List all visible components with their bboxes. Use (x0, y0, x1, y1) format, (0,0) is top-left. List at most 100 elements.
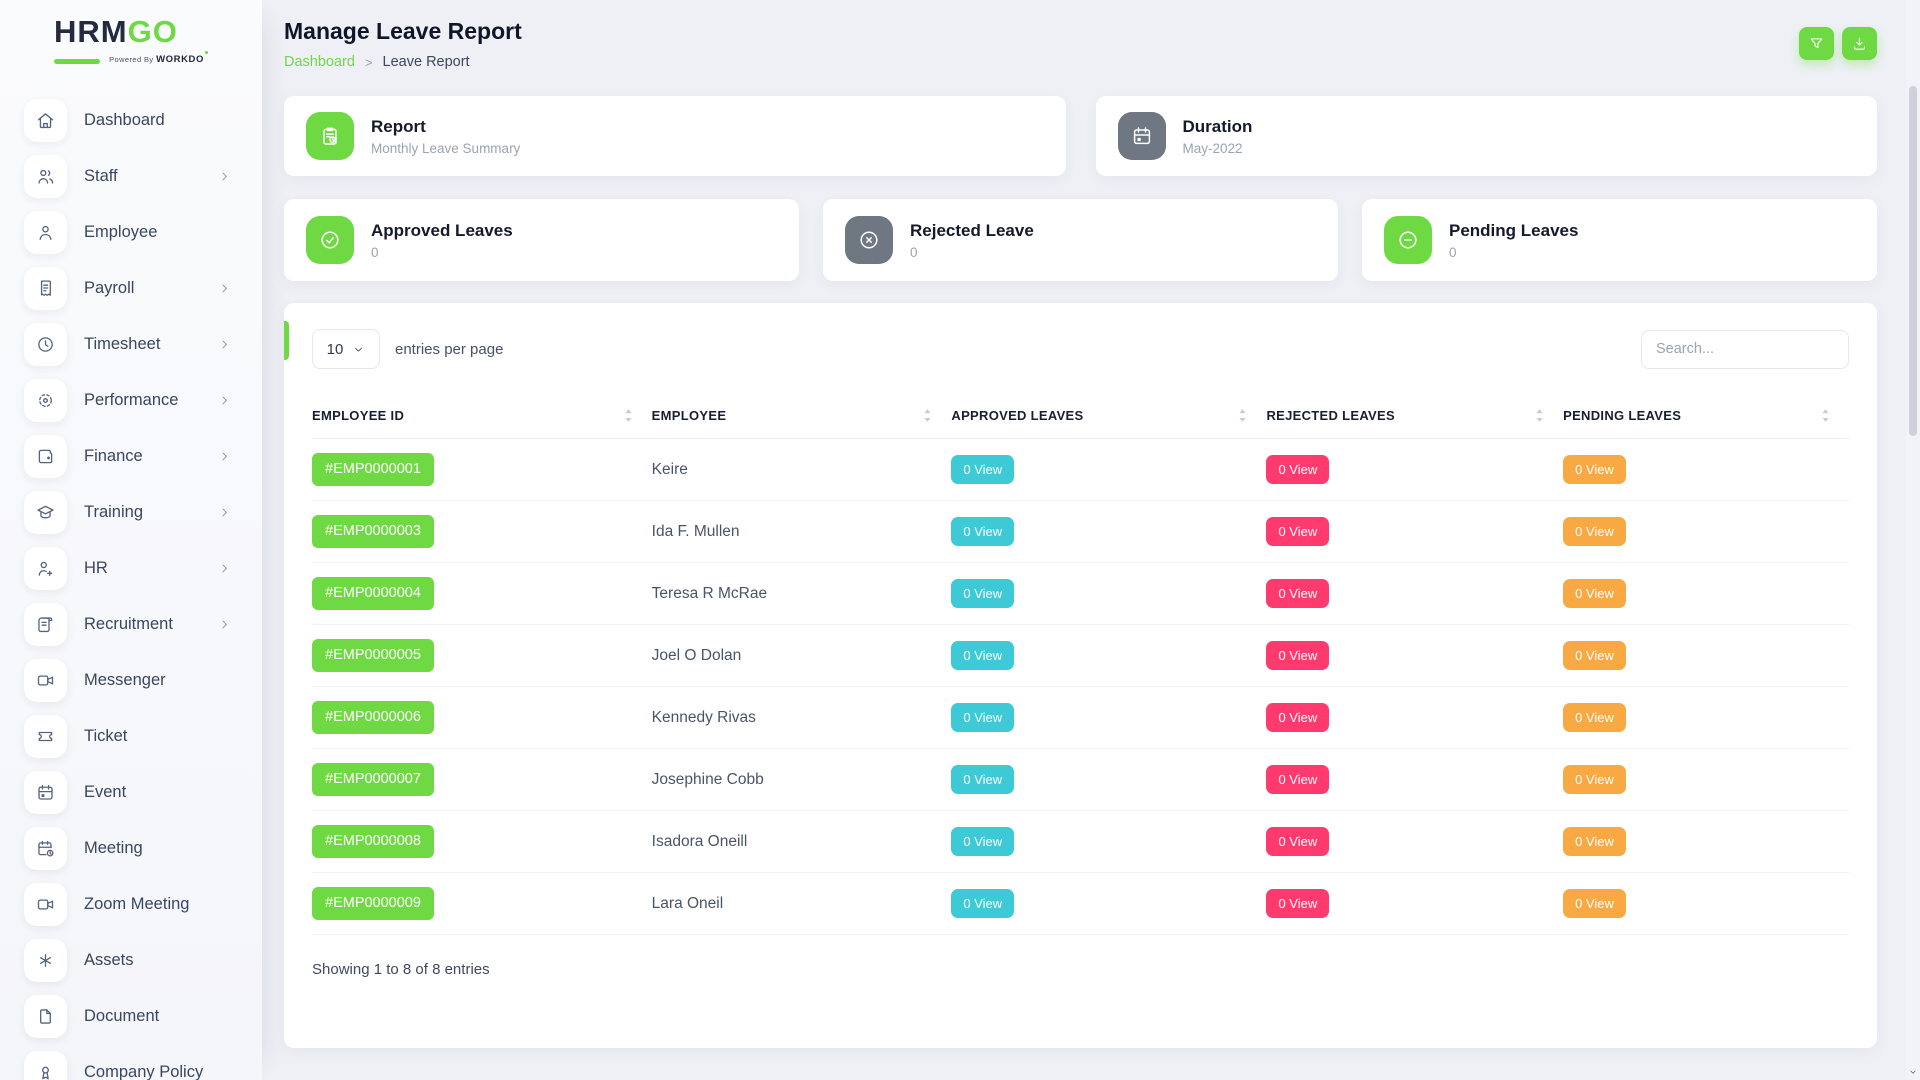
table-row: #EMP0000009 Lara Oneil 0 View 0 View 0 V… (312, 873, 1849, 935)
download-button[interactable] (1842, 27, 1877, 60)
breadcrumb-dashboard-link[interactable]: Dashboard (284, 54, 355, 70)
sidebar-item-staff[interactable]: Staff (0, 148, 262, 204)
pending-view-button[interactable]: 0 View (1563, 765, 1626, 794)
sidebar-item-label: HR (84, 559, 108, 578)
report-card: Report Monthly Leave Summary (284, 96, 1066, 176)
sidebar-item-employee[interactable]: Employee (0, 204, 262, 260)
sidebar-item-meeting[interactable]: Meeting (0, 820, 262, 876)
sidebar-item-label: Timesheet (84, 335, 160, 354)
calendar-clock-icon (24, 827, 67, 870)
approved-view-button[interactable]: 0 View (951, 517, 1014, 546)
pending-view-button[interactable]: 0 View (1563, 641, 1626, 670)
rejected-view-button[interactable]: 0 View (1266, 641, 1329, 670)
rejected-view-button[interactable]: 0 View (1266, 765, 1329, 794)
employee-id-badge[interactable]: #EMP0000006 (312, 701, 434, 734)
workdo-brand: WORKDO (156, 54, 204, 65)
sidebar-item-label: Company Policy (84, 1063, 203, 1080)
column-label: REJECTED LEAVES (1266, 408, 1395, 423)
sidebar-item-event[interactable]: Event (0, 764, 262, 820)
sidebar-item-company-policy[interactable]: Company Policy (0, 1044, 262, 1080)
employee-id-badge[interactable]: #EMP0000007 (312, 763, 434, 796)
approved-view-button[interactable]: 0 View (951, 579, 1014, 608)
table-row: #EMP0000005 Joel O Dolan 0 View 0 View 0… (312, 625, 1849, 687)
video-camera-icon (24, 659, 67, 702)
employee-id-badge[interactable]: #EMP0000004 (312, 577, 434, 610)
pending-view-button[interactable]: 0 View (1563, 889, 1626, 918)
home-icon (24, 99, 67, 142)
scrollbar-down-button[interactable] (1906, 1064, 1920, 1079)
entries-per-page-value: 10 (327, 341, 344, 358)
sidebar-item-assets[interactable]: Assets (0, 932, 262, 988)
approved-view-button[interactable]: 0 View (951, 889, 1014, 918)
employee-name: Keire (652, 461, 952, 479)
column-label: EMPLOYEE (652, 408, 727, 423)
sidebar-item-label: Meeting (84, 839, 143, 858)
employee-id-badge[interactable]: #EMP0000005 (312, 639, 434, 672)
rejected-leave-title: Rejected Leave (910, 221, 1034, 241)
sidebar-item-hr[interactable]: HR (0, 540, 262, 596)
vertical-scrollbar (1906, 0, 1920, 1080)
pending-view-button[interactable]: 0 View (1563, 455, 1626, 484)
sidebar-item-label: Recruitment (84, 615, 173, 634)
sidebar-item-ticket[interactable]: Ticket (0, 708, 262, 764)
sidebar-item-document[interactable]: Document (0, 988, 262, 1044)
duration-card: Duration May-2022 (1096, 96, 1878, 176)
pending-view-button[interactable]: 0 View (1563, 703, 1626, 732)
rejected-view-button[interactable]: 0 View (1266, 517, 1329, 546)
powered-by-label: Powered By (109, 55, 153, 64)
table-row: #EMP0000007 Josephine Cobb 0 View 0 View… (312, 749, 1849, 811)
column-header-approved-leaves[interactable]: APPROVED LEAVES (951, 408, 1266, 423)
rejected-view-button[interactable]: 0 View (1266, 703, 1329, 732)
approved-view-button[interactable]: 0 View (951, 455, 1014, 484)
sidebar-item-label: Assets (84, 951, 134, 970)
approved-view-button[interactable]: 0 View (951, 703, 1014, 732)
scrollbar-thumb[interactable] (1909, 86, 1917, 436)
approved-view-button[interactable]: 0 View (951, 765, 1014, 794)
column-header-employee-id[interactable]: EMPLOYEE ID (312, 408, 652, 423)
column-header-rejected-leaves[interactable]: REJECTED LEAVES (1266, 408, 1563, 423)
sidebar-item-timesheet[interactable]: Timesheet (0, 316, 262, 372)
brand-logo[interactable]: HRMGO Powered By WORKDO (54, 16, 262, 65)
pending-view-button[interactable]: 0 View (1563, 517, 1626, 546)
table-row: #EMP0000006 Kennedy Rivas 0 View 0 View … (312, 687, 1849, 749)
chevron-right-icon (217, 169, 232, 184)
entries-per-page-select[interactable]: 10 (312, 329, 380, 369)
employee-name: Ida F. Mullen (652, 523, 952, 541)
clipboard-clock-icon (306, 112, 354, 160)
sidebar-item-finance[interactable]: Finance (0, 428, 262, 484)
breadcrumb-separator: > (365, 55, 373, 70)
filter-button[interactable] (1799, 27, 1834, 60)
pending-view-button[interactable]: 0 View (1563, 827, 1626, 856)
sidebar: HRMGO Powered By WORKDO Dashboard Staff … (0, 0, 262, 1080)
report-card-subtitle: Monthly Leave Summary (371, 141, 520, 156)
sidebar-item-label: Finance (84, 447, 143, 466)
rejected-view-button[interactable]: 0 View (1266, 579, 1329, 608)
pending-view-button[interactable]: 0 View (1563, 579, 1626, 608)
sidebar-item-recruitment[interactable]: Recruitment (0, 596, 262, 652)
approved-view-button[interactable]: 0 View (951, 827, 1014, 856)
report-card-title: Report (371, 117, 520, 137)
employee-id-badge[interactable]: #EMP0000003 (312, 515, 434, 548)
sidebar-item-performance[interactable]: Performance (0, 372, 262, 428)
sidebar-item-dashboard[interactable]: Dashboard (0, 92, 262, 148)
sidebar-item-messenger[interactable]: Messenger (0, 652, 262, 708)
asterisk-icon (24, 939, 67, 982)
employee-name: Isadora Oneill (652, 833, 952, 851)
employee-id-badge[interactable]: #EMP0000009 (312, 887, 434, 920)
column-header-employee[interactable]: EMPLOYEE (652, 408, 952, 423)
breadcrumb: Dashboard > Leave Report (284, 54, 522, 70)
approved-view-button[interactable]: 0 View (951, 641, 1014, 670)
sidebar-item-zoom-meeting[interactable]: Zoom Meeting (0, 876, 262, 932)
rejected-view-button[interactable]: 0 View (1266, 889, 1329, 918)
rejected-view-button[interactable]: 0 View (1266, 827, 1329, 856)
card-accent-bar (284, 321, 289, 360)
employee-id-badge[interactable]: #EMP0000008 (312, 825, 434, 858)
sort-icon (1820, 408, 1831, 423)
search-input[interactable] (1641, 330, 1849, 369)
sidebar-item-payroll[interactable]: Payroll (0, 260, 262, 316)
sidebar-item-training[interactable]: Training (0, 484, 262, 540)
funnel-icon (1808, 35, 1825, 52)
column-header-pending-leaves[interactable]: PENDING LEAVES (1563, 408, 1849, 423)
rejected-view-button[interactable]: 0 View (1266, 455, 1329, 484)
employee-id-badge[interactable]: #EMP0000001 (312, 453, 434, 486)
